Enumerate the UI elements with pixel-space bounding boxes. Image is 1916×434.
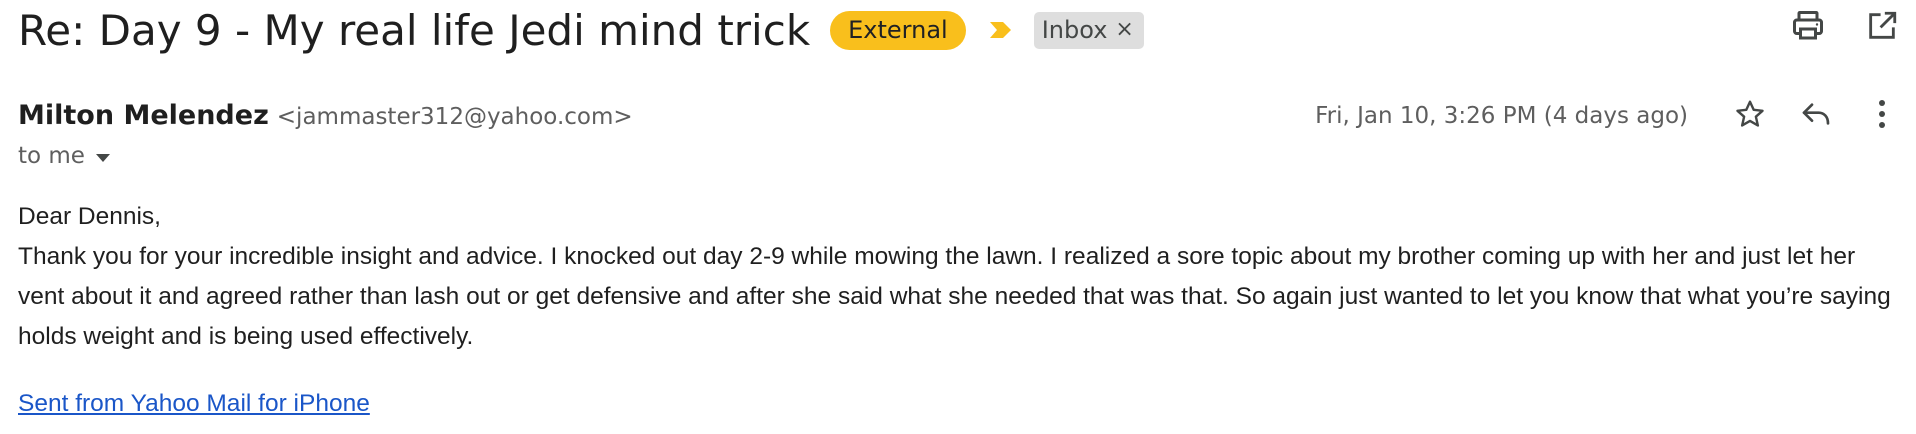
body-greeting: Dear Dennis, bbox=[18, 203, 161, 230]
print-button[interactable] bbox=[1788, 8, 1828, 48]
top-actions bbox=[1788, 8, 1902, 48]
open-in-new-window-icon bbox=[1865, 9, 1899, 48]
star-button[interactable] bbox=[1730, 96, 1770, 136]
subject-row: Re: Day 9 - My real life Jedi mind trick… bbox=[18, 2, 1144, 58]
sender-row: Milton Melendez <jammaster312@yahoo.com> bbox=[18, 100, 633, 131]
remove-label-button[interactable]: × bbox=[1115, 17, 1133, 42]
caret-down-icon bbox=[95, 143, 111, 169]
inbox-label-text: Inbox bbox=[1041, 15, 1108, 44]
signature-link[interactable]: Sent from Yahoo Mail for iPhone bbox=[18, 390, 370, 418]
open-in-new-window-button[interactable] bbox=[1862, 8, 1902, 48]
more-vertical-icon bbox=[1877, 99, 1887, 134]
message-body: Dear Dennis, Thank you for your incredib… bbox=[18, 197, 1898, 357]
inbox-label[interactable]: Inbox × bbox=[1033, 11, 1144, 49]
sender-email: <jammaster312@yahoo.com> bbox=[276, 104, 633, 130]
message-meta: Fri, Jan 10, 3:26 PM (4 days ago) bbox=[1315, 96, 1902, 136]
more-options-button[interactable] bbox=[1862, 96, 1902, 136]
sender-name[interactable]: Milton Melendez bbox=[18, 100, 269, 131]
email-view: Re: Day 9 - My real life Jedi mind trick… bbox=[0, 0, 1916, 434]
importance-marker-icon[interactable] bbox=[988, 19, 1014, 41]
reply-button[interactable] bbox=[1796, 96, 1836, 136]
recipient-details-toggle[interactable]: to me bbox=[18, 143, 111, 169]
print-icon bbox=[1790, 8, 1826, 49]
body-paragraph: Thank you for your incredible insight an… bbox=[18, 243, 1891, 350]
email-subject: Re: Day 9 - My real life Jedi mind trick bbox=[18, 5, 811, 55]
reply-icon bbox=[1800, 98, 1832, 135]
recipient-text: to me bbox=[18, 143, 85, 169]
star-icon bbox=[1734, 98, 1766, 135]
external-label: External bbox=[830, 10, 966, 50]
message-date: Fri, Jan 10, 3:26 PM (4 days ago) bbox=[1315, 103, 1688, 129]
